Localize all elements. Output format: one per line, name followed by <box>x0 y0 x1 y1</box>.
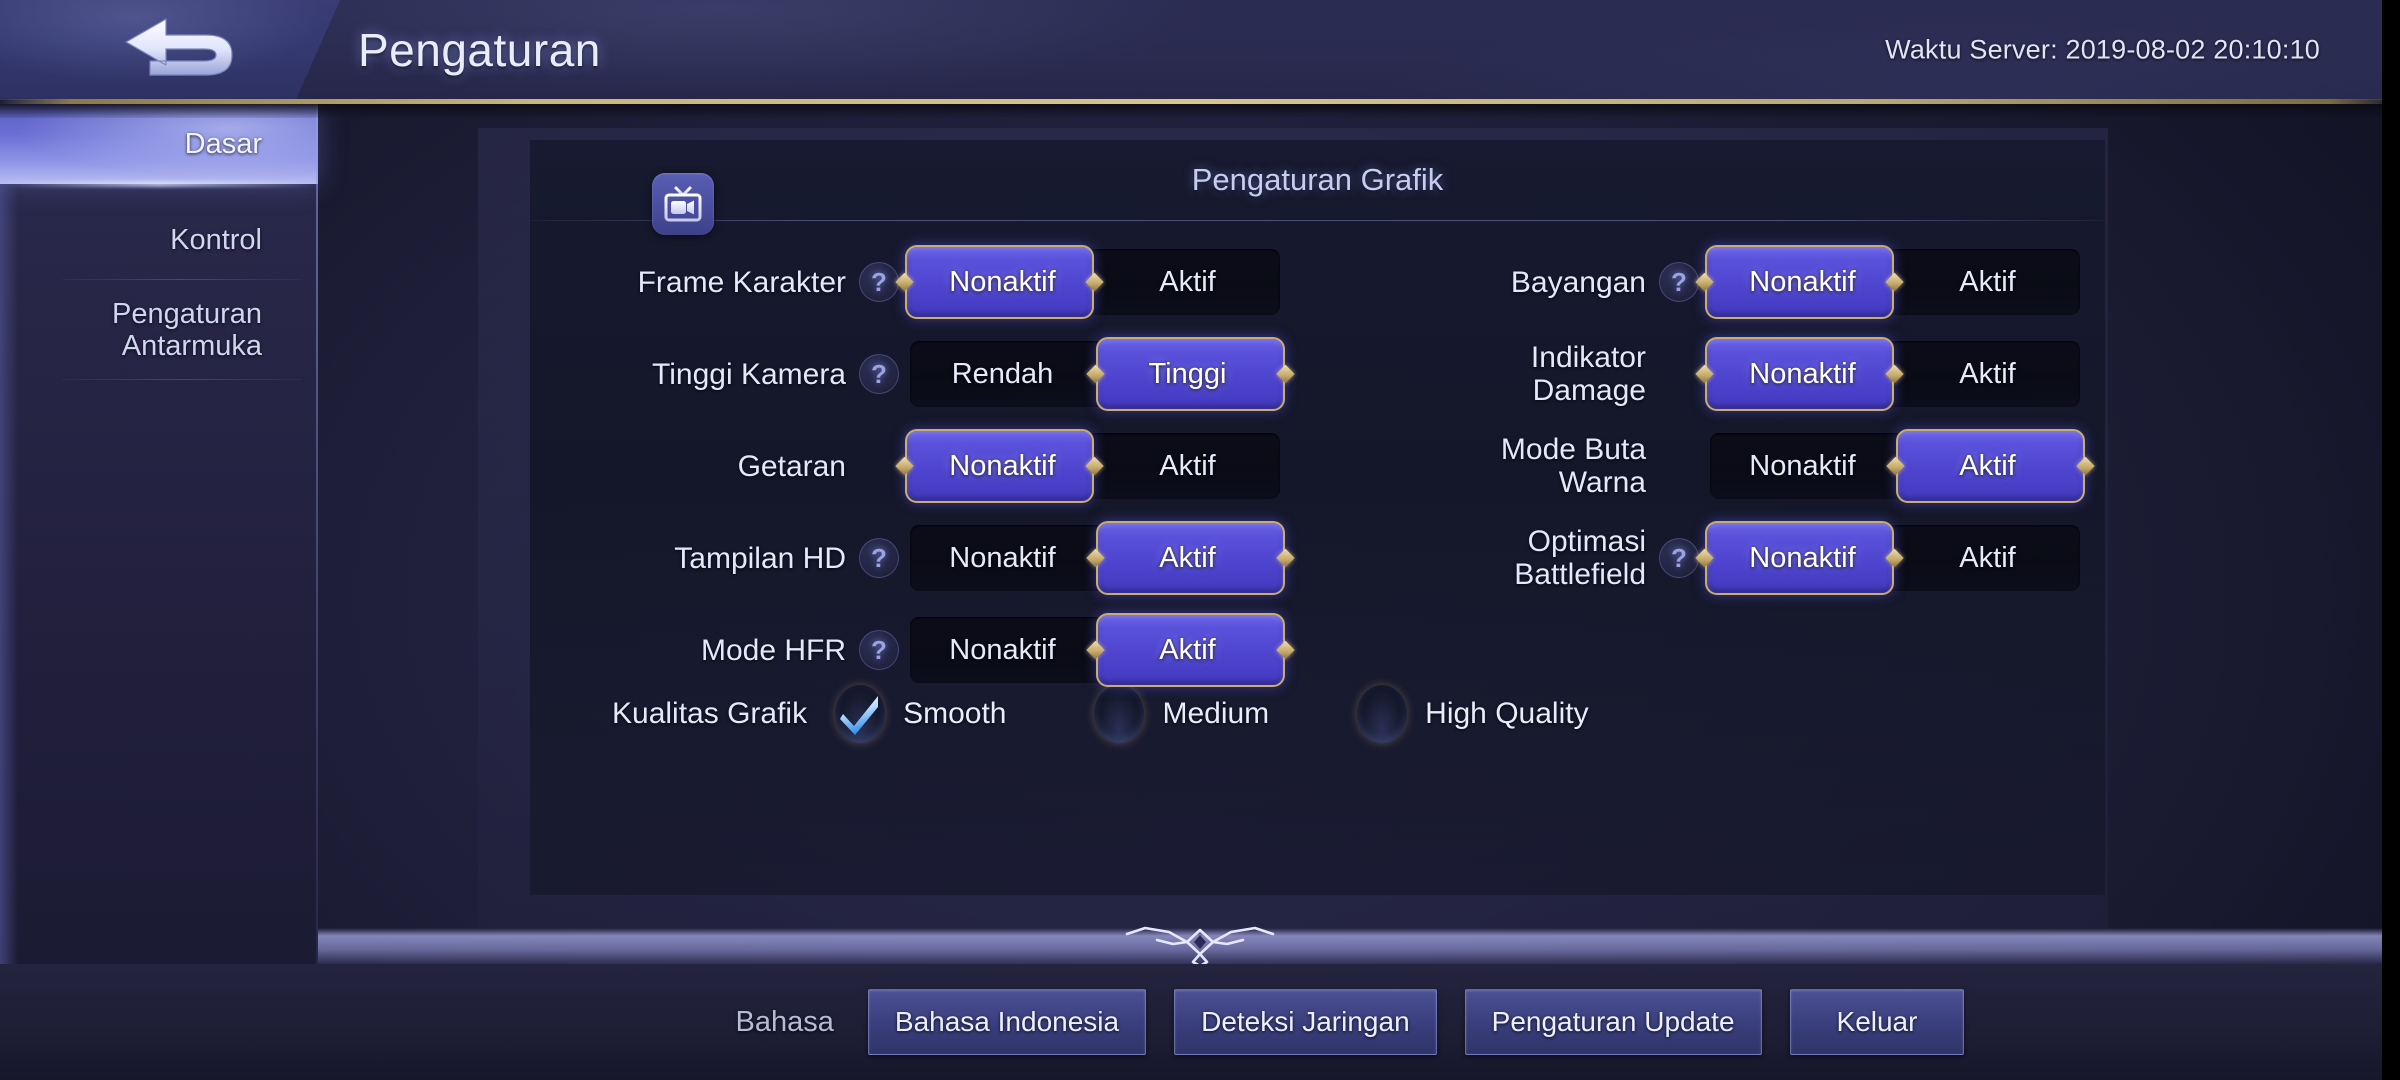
right-screen-edge <box>2382 0 2400 1080</box>
sidebar-item-label: Dasar <box>184 127 262 160</box>
radio-circle-icon <box>835 685 886 743</box>
sidebar-item-label: Kontrol <box>170 223 262 256</box>
toggle-option-on[interactable]: Aktif <box>1095 249 1280 315</box>
toggle-option-off[interactable]: Nonaktif <box>910 433 1095 499</box>
toggle-option-on[interactable]: Aktif <box>1095 433 1280 499</box>
setting-row-mode-hfr: Mode HFR ? Nonaktif Aktif <box>540 604 1285 696</box>
toggle-optimasi-battlefield[interactable]: Nonaktif Aktif <box>1705 521 2080 595</box>
help-icon[interactable]: ? <box>859 354 899 394</box>
toggle-tinggi-kamera[interactable]: Rendah Tinggi <box>910 337 1285 411</box>
exit-button[interactable]: Keluar <box>1789 989 1965 1055</box>
setting-row-mode-buta-warna: Mode Buta Warna Nonaktif Aktif <box>1340 420 2085 512</box>
help-icon[interactable]: ? <box>1659 262 1699 302</box>
sidebar-item-pengaturan-antarmuka[interactable]: Pengaturan Antarmuka <box>0 280 318 380</box>
bottom-bar-inner: Bahasa Bahasa Indonesia Deteksi Jaringan… <box>436 989 1965 1055</box>
toggle-option-on[interactable]: Aktif <box>1095 617 1280 683</box>
server-time: Waktu Server: 2019-08-02 20:10:10 <box>1885 34 2320 65</box>
tv-camera-icon <box>652 173 714 235</box>
setting-label: Bayangan <box>1510 265 1646 299</box>
radio-smooth[interactable]: Smooth <box>835 685 1006 743</box>
help-icon[interactable]: ? <box>859 262 899 302</box>
radio-label: Smooth <box>903 697 1007 730</box>
toggle-frame-karakter[interactable]: Nonaktif Aktif <box>905 245 1280 319</box>
setting-label: Optimasi Battlefield <box>1514 525 1646 591</box>
radio-medium[interactable]: Medium <box>1094 685 1269 743</box>
sidebar-item-label: Pengaturan Antarmuka <box>112 297 262 362</box>
graphics-quality-label: Kualitas Grafik <box>612 697 808 730</box>
toggle-getaran[interactable]: Nonaktif Aktif <box>905 429 1280 503</box>
back-button[interactable] <box>0 0 340 100</box>
settings-screen: Pengaturan Waktu Server: 2019-08-02 20:1… <box>0 0 2400 1080</box>
setting-label: Mode HFR <box>700 633 846 667</box>
graphics-settings-panel: Pengaturan Grafik Frame Karakter ? Nonak… <box>530 140 2105 895</box>
toggle-option-off[interactable]: Nonaktif <box>1710 525 1895 591</box>
setting-label: Indikator Damage <box>1530 341 1646 407</box>
language-label: Bahasa <box>735 1005 834 1038</box>
radio-circle-icon <box>1357 685 1408 743</box>
toggle-option-off[interactable]: Nonaktif <box>1710 341 1895 407</box>
back-arrow-icon <box>125 18 233 76</box>
setting-label: Tinggi Kamera <box>652 357 846 391</box>
radio-label: High Quality <box>1425 697 1589 730</box>
network-detection-button[interactable]: Deteksi Jaringan <box>1174 989 1437 1055</box>
bottom-bar: Bahasa Bahasa Indonesia Deteksi Jaringan… <box>0 964 2400 1080</box>
update-settings-button[interactable]: Pengaturan Update <box>1464 989 1762 1055</box>
toggle-option-on[interactable]: Aktif <box>1895 433 2080 499</box>
page-title: Pengaturan <box>358 24 601 76</box>
help-icon[interactable]: ? <box>1659 538 1699 578</box>
header-underline-shadow <box>0 104 2400 118</box>
setting-label: Frame Karakter <box>637 265 846 299</box>
toggle-bayangan[interactable]: Nonaktif Aktif <box>1705 245 2080 319</box>
toggle-option-off[interactable]: Nonaktif <box>910 249 1095 315</box>
toggle-option-off[interactable]: Nonaktif <box>910 617 1095 683</box>
setting-row-tinggi-kamera: Tinggi Kamera ? Rendah Tinggi <box>540 328 1285 420</box>
settings-column-right: Bayangan ? Nonaktif Aktif Indikator Dama… <box>1340 236 2085 604</box>
checkmark-icon <box>840 696 879 735</box>
setting-row-indikator-damage: Indikator Damage Nonaktif Aktif <box>1340 328 2080 420</box>
setting-label: Mode Buta Warna <box>1500 433 1646 499</box>
setting-row-tampilan-hd: Tampilan HD ? Nonaktif Aktif <box>540 512 1285 604</box>
setting-row-bayangan: Bayangan ? Nonaktif Aktif <box>1340 236 2080 328</box>
radio-high-quality[interactable]: High Quality <box>1357 685 1589 743</box>
toggle-option-low[interactable]: Rendah <box>910 341 1095 407</box>
setting-row-optimasi-battlefield: Optimasi Battlefield ? Nonaktif Aktif <box>1340 512 2080 604</box>
setting-row-frame-karakter: Frame Karakter ? Nonaktif Aktif <box>540 236 1280 328</box>
header-gold-rule <box>0 99 2400 104</box>
toggle-mode-hfr[interactable]: Nonaktif Aktif <box>910 613 1285 687</box>
toggle-option-high[interactable]: Tinggi <box>1095 341 1280 407</box>
setting-label: Getaran <box>737 449 846 483</box>
help-icon[interactable]: ? <box>859 630 899 670</box>
sidebar-separator <box>62 379 302 380</box>
sidebar-item-kontrol[interactable]: Kontrol <box>0 200 318 280</box>
toggle-option-on[interactable]: Aktif <box>1095 525 1280 591</box>
toggle-mode-buta-warna[interactable]: Nonaktif Aktif <box>1710 429 2085 503</box>
setting-row-getaran: Getaran Nonaktif Aktif <box>540 420 1280 512</box>
toggle-option-on[interactable]: Aktif <box>1895 341 2080 407</box>
toggle-tampilan-hd[interactable]: Nonaktif Aktif <box>910 521 1285 595</box>
toggle-indikator-damage[interactable]: Nonaktif Aktif <box>1705 337 2080 411</box>
settings-column-left: Frame Karakter ? Nonaktif Aktif Tinggi K… <box>540 236 1285 696</box>
radio-circle-icon <box>1094 685 1145 743</box>
toggle-option-on[interactable]: Aktif <box>1895 525 2080 591</box>
panel-title-divider <box>530 220 2105 221</box>
toggle-option-off[interactable]: Nonaktif <box>1710 433 1895 499</box>
panel-title: Pengaturan Grafik <box>1191 162 1444 197</box>
toggle-option-on[interactable]: Aktif <box>1895 249 2080 315</box>
toggle-option-off[interactable]: Nonaktif <box>1710 249 1895 315</box>
language-button[interactable]: Bahasa Indonesia <box>867 989 1147 1055</box>
toggle-option-off[interactable]: Nonaktif <box>910 525 1095 591</box>
header-bar: Pengaturan Waktu Server: 2019-08-02 20:1… <box>0 0 2400 100</box>
radio-label: Medium <box>1162 697 1270 730</box>
setting-label: Tampilan HD <box>674 541 846 575</box>
help-icon[interactable]: ? <box>859 538 899 578</box>
graphics-quality-row: Kualitas Grafik Smooth Medium High Quali… <box>530 685 2105 743</box>
diamond-ornament-icon <box>1125 926 1275 968</box>
sidebar: Dasar Kontrol Pengaturan Antarmuka <box>0 104 318 1080</box>
